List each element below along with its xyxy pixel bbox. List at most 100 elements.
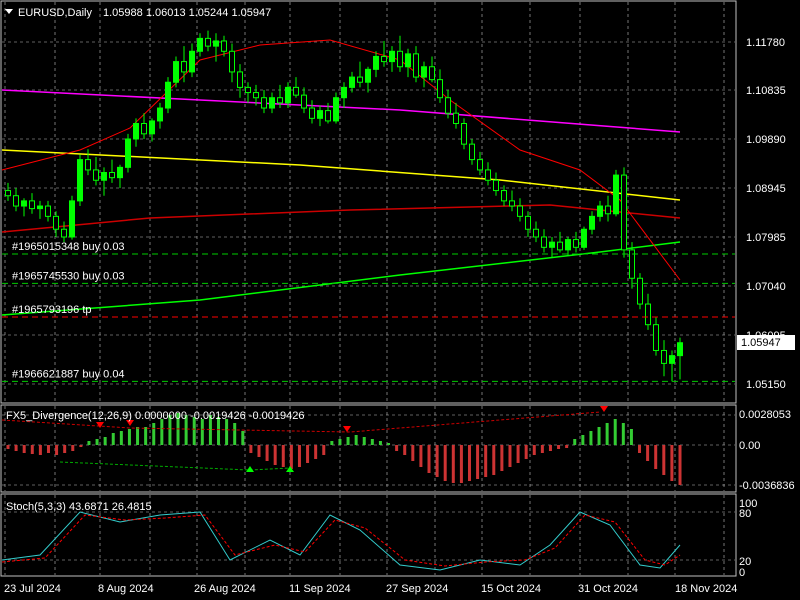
price-tick: 1.07985 bbox=[746, 232, 786, 244]
macd-bar bbox=[605, 423, 609, 445]
macd-bar bbox=[95, 439, 99, 445]
candle-body bbox=[229, 50, 235, 73]
candle-body bbox=[661, 349, 667, 364]
macd-bar bbox=[346, 437, 350, 445]
candle-body bbox=[533, 228, 539, 238]
price-tick: 1.10835 bbox=[746, 85, 786, 97]
macd-bar bbox=[111, 433, 115, 445]
macd-bar bbox=[46, 445, 50, 453]
trading-chart[interactable]: #1965015348 buy 0.03 #1965745530 buy 0.03… bbox=[0, 0, 800, 600]
candle-body bbox=[445, 97, 451, 114]
candle-body bbox=[589, 215, 595, 230]
candle-body bbox=[469, 143, 475, 161]
candle-body bbox=[621, 174, 627, 251]
candle-body bbox=[573, 239, 579, 248]
order-lines: #1965015348 buy 0.03 #1965745530 buy 0.03… bbox=[2, 241, 735, 382]
macd-divergence bbox=[59, 461, 291, 471]
candle-body bbox=[645, 303, 651, 326]
candle-body bbox=[245, 86, 251, 94]
candle-body bbox=[677, 342, 683, 357]
dropdown-triangle-icon[interactable] bbox=[5, 9, 13, 14]
candle-body bbox=[325, 110, 331, 122]
macd-bar bbox=[484, 445, 488, 477]
macd-bar bbox=[419, 445, 423, 467]
macd-bar bbox=[654, 445, 658, 469]
stochastic-lines bbox=[1, 511, 681, 571]
macd-bar bbox=[581, 435, 585, 445]
order-label: #1965745530 buy 0.03 bbox=[12, 270, 125, 282]
candle-body bbox=[557, 241, 563, 251]
candle-body bbox=[477, 159, 483, 171]
macd-tick: -0.0036836 bbox=[739, 480, 795, 492]
candle-body bbox=[85, 159, 91, 171]
time-axis: 23 Jul 2024 8 Aug 2024 26 Aug 2024 11 Se… bbox=[4, 583, 737, 595]
candle-body bbox=[269, 97, 275, 109]
macd-bar bbox=[565, 445, 569, 448]
macd-bar bbox=[589, 431, 593, 445]
candle-body bbox=[541, 236, 547, 248]
macd-bar bbox=[103, 437, 107, 445]
up-arrow-icon bbox=[246, 466, 254, 472]
candle-body bbox=[29, 200, 35, 210]
candle-body bbox=[317, 110, 323, 119]
candle-body bbox=[237, 71, 243, 88]
macd-bar bbox=[144, 427, 148, 445]
candle-body bbox=[117, 166, 123, 179]
candle-body bbox=[389, 50, 395, 63]
down-arrow-icon bbox=[96, 422, 104, 428]
candle-body bbox=[213, 40, 219, 47]
macd-bar bbox=[281, 445, 285, 467]
macd-bar bbox=[646, 445, 650, 461]
candle-body bbox=[21, 200, 27, 207]
candle-body bbox=[357, 76, 363, 83]
candle-body bbox=[405, 53, 411, 68]
macd-bar bbox=[63, 445, 67, 453]
macd-bar bbox=[273, 445, 277, 465]
macd-bar bbox=[249, 445, 253, 453]
time-tick: 26 Aug 2024 bbox=[194, 583, 256, 595]
time-tick: 11 Sep 2024 bbox=[289, 583, 351, 595]
stoch-k-line bbox=[1, 511, 681, 571]
time-tick: 23 Jul 2024 bbox=[4, 583, 61, 595]
price-axis: 1.11780 1.10835 1.09890 1.08945 1.07985 … bbox=[737, 37, 795, 391]
candle-body bbox=[149, 120, 155, 135]
candle-body bbox=[277, 97, 283, 104]
candle-body bbox=[293, 86, 299, 96]
order-label: #1966621887 buy 0.04 bbox=[12, 368, 125, 380]
time-tick: 18 Nov 2024 bbox=[675, 583, 737, 595]
macd-bar bbox=[289, 445, 293, 469]
candle-body bbox=[125, 138, 131, 168]
candle-body bbox=[421, 66, 427, 78]
candle-body bbox=[301, 94, 307, 109]
macd-bar bbox=[476, 445, 480, 479]
candle-body bbox=[45, 205, 51, 217]
macd-bar bbox=[200, 419, 204, 445]
candle-body bbox=[373, 55, 379, 70]
macd-bar bbox=[370, 439, 374, 445]
macd-bar bbox=[621, 423, 625, 445]
candle-body bbox=[349, 76, 355, 88]
price-tick: 1.09890 bbox=[746, 134, 786, 146]
macd-bar bbox=[55, 445, 59, 455]
time-tick: 8 Aug 2024 bbox=[98, 583, 154, 595]
price-tick: 1.07040 bbox=[746, 281, 786, 293]
order-label: #1965793196 tp bbox=[12, 304, 92, 316]
macd-bar bbox=[597, 427, 601, 445]
macd-bar bbox=[257, 445, 261, 457]
macd-bar bbox=[160, 419, 164, 445]
ohlc-values: 1.05988 1.06013 1.05244 1.05947 bbox=[103, 7, 271, 19]
candle-body bbox=[669, 355, 675, 364]
macd-bar bbox=[119, 431, 123, 445]
candle-body bbox=[189, 50, 195, 73]
macd-bar bbox=[557, 445, 561, 449]
macd-bar bbox=[395, 445, 399, 451]
candle-body bbox=[141, 123, 147, 135]
macd-bar bbox=[71, 445, 75, 451]
macd-bar bbox=[613, 419, 617, 445]
macd-bar bbox=[152, 423, 156, 445]
candle-body bbox=[157, 107, 163, 122]
candle-body bbox=[549, 241, 555, 248]
candle-body bbox=[437, 79, 443, 99]
candle-body bbox=[53, 215, 59, 230]
macd-bar bbox=[629, 429, 633, 445]
